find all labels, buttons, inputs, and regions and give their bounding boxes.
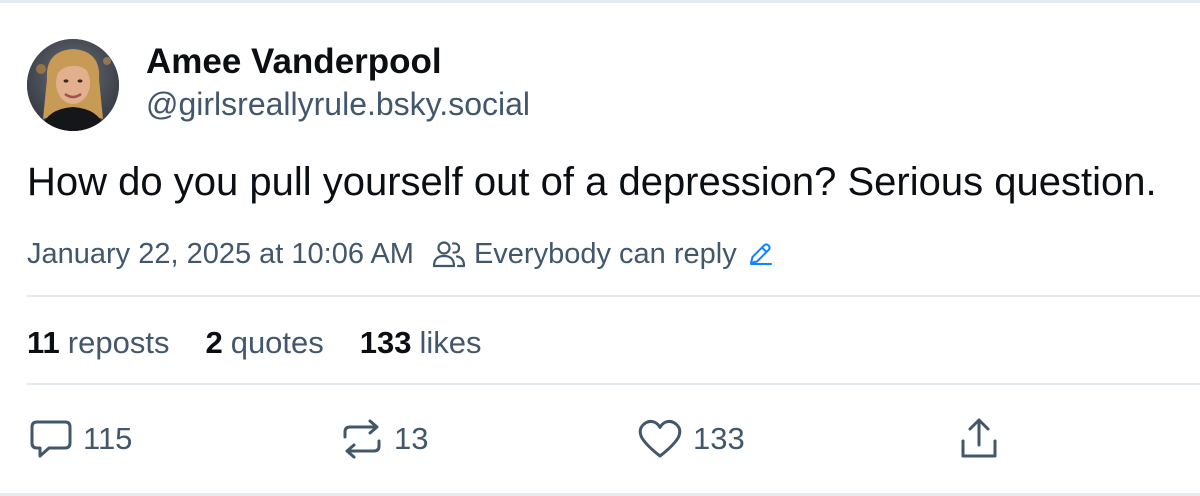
like-count: 133 [693, 421, 745, 456]
top-border [0, 0, 1200, 3]
author-display-name[interactable]: Amee Vanderpool [146, 42, 442, 82]
repost-button[interactable]: 13 [340, 416, 428, 462]
avatar[interactable] [27, 39, 119, 131]
divider [27, 295, 1200, 297]
reply-setting[interactable]: Everybody can reply [432, 238, 773, 271]
heart-icon [638, 419, 682, 458]
repost-count: 13 [394, 421, 429, 456]
like-button[interactable]: 133 [637, 416, 745, 462]
likes-label: likes [419, 325, 482, 360]
share-button[interactable] [958, 416, 1010, 462]
likes-stat[interactable]: 133 likes [360, 325, 482, 361]
quotes-label: quotes [230, 325, 324, 360]
post-stats: 11 reposts 2 quotes 133 likes [27, 322, 518, 364]
quotes-stat[interactable]: 2 quotes [205, 325, 323, 361]
reposts-count: 11 [27, 325, 60, 360]
pencil-icon[interactable] [747, 241, 773, 267]
author-handle[interactable]: @girlsreallyrule.bsky.social [146, 86, 530, 123]
likes-count: 133 [359, 325, 412, 360]
repost-arrows-icon [343, 419, 381, 459]
people-icon [432, 241, 466, 268]
quotes-count: 2 [205, 325, 223, 360]
post-timestamp[interactable]: January 22, 2025 at 10:06 AM [27, 238, 414, 271]
reply-button[interactable]: 115 [29, 416, 132, 462]
speech-bubble-icon [30, 420, 72, 458]
avatar-photo [27, 39, 119, 131]
post-text: How do you pull yourself out of a depres… [27, 160, 1157, 204]
share-upload-icon [961, 418, 997, 458]
reposts-label: reposts [67, 325, 170, 360]
reposts-stat[interactable]: 11 reposts [27, 325, 169, 361]
post-meta: January 22, 2025 at 10:06 AM Everybody c… [27, 234, 773, 274]
reply-setting-label: Everybody can reply [473, 237, 737, 270]
divider [27, 383, 1200, 385]
reply-count: 115 [83, 421, 133, 456]
